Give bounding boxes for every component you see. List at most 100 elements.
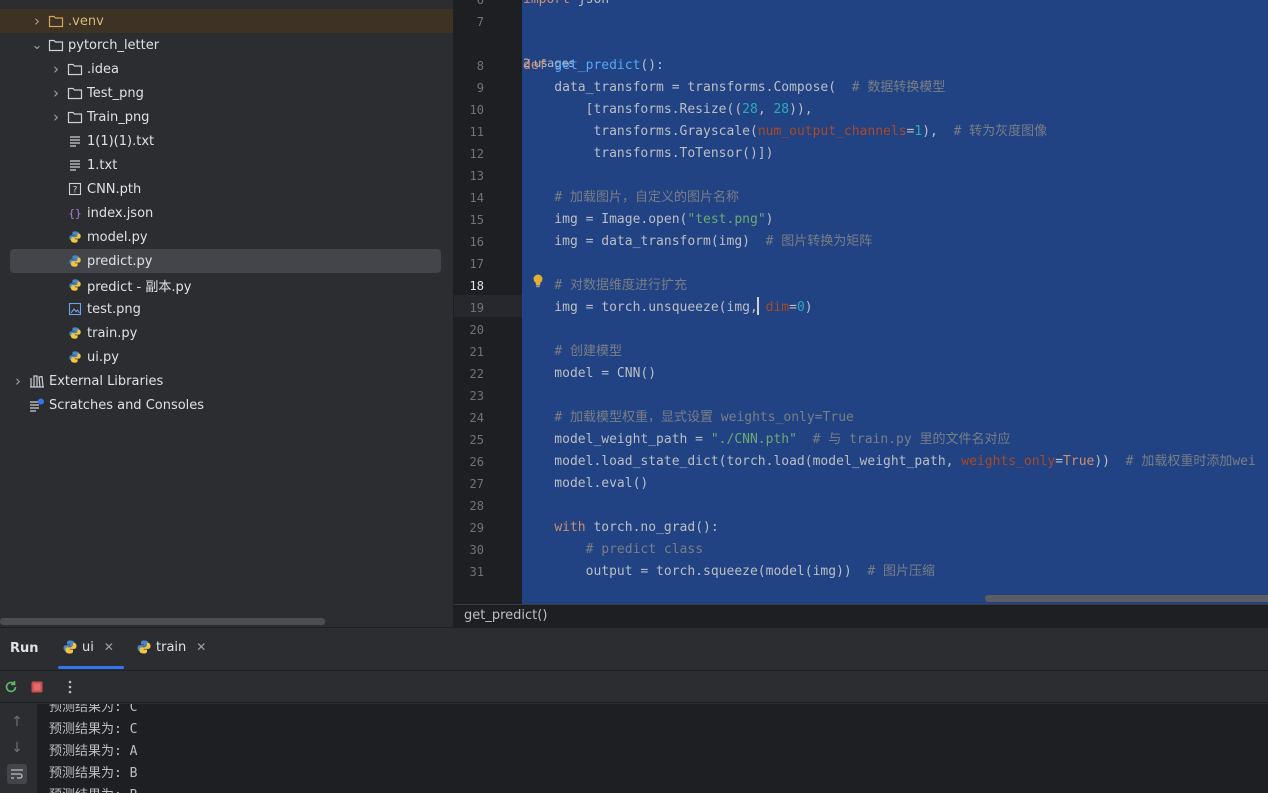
soft-wrap-icon[interactable] <box>7 764 27 784</box>
code-line[interactable]: # predict class <box>523 539 703 561</box>
tree-item-label: CNN.pth <box>87 181 142 197</box>
code-token: json <box>570 0 609 7</box>
line-number: 26 <box>469 455 484 469</box>
code-line[interactable]: # 加载图片，自定义的图片名称 <box>523 187 739 209</box>
run-tab-train[interactable]: train ✕ <box>136 639 206 655</box>
code-line[interactable]: def get_predict(): <box>523 55 664 77</box>
code-line[interactable]: # 对数据维度进行扩充 <box>523 275 687 297</box>
lightbulb-icon[interactable] <box>531 273 545 289</box>
code-line[interactable]: transforms.ToTensor()]) <box>523 143 773 165</box>
chevron-right-icon[interactable]: › <box>30 12 44 30</box>
line-number: 14 <box>469 191 484 205</box>
tree-item[interactable]: {} index.json <box>0 201 454 225</box>
code-line[interactable]: # 创建模型 <box>523 341 622 363</box>
project-tree-horizontal-scrollbar[interactable] <box>0 618 325 625</box>
line-number: 24 <box>469 411 484 425</box>
code-selection-area[interactable]: 2 usages import jsondef get_predict(): d… <box>522 0 1268 604</box>
run-console-output[interactable]: 预测结果为: C 预测结果为: C 预测结果为: A 预测结果为: B 预测结果为: B <box>37 704 1268 793</box>
line-number: 12 <box>469 147 484 161</box>
tree-item[interactable]: test.png <box>0 297 454 321</box>
code-token: True <box>1063 454 1095 469</box>
tree-item-label: Scratches and Consoles <box>49 397 205 413</box>
code-token: )), <box>789 102 813 117</box>
code-token: 28 <box>742 102 758 117</box>
tree-item-label: predict - 副本.py <box>87 279 192 295</box>
tree-item[interactable]: ? CNN.pth <box>0 177 454 201</box>
python-icon <box>137 640 151 654</box>
python-file-icon <box>67 350 83 364</box>
tree-item[interactable]: 1.txt <box>0 153 454 177</box>
code-token: "./CNN.pth" <box>710 432 797 447</box>
code-token: import <box>523 0 570 7</box>
code-token: (): <box>640 58 664 73</box>
line-number: 30 <box>469 543 484 557</box>
tree-item[interactable]: predict.py <box>10 249 441 273</box>
tree-item[interactable]: › .idea <box>0 57 454 81</box>
more-options-icon[interactable] <box>67 679 73 695</box>
rerun-icon[interactable] <box>3 679 19 695</box>
close-icon[interactable]: ✕ <box>104 640 114 654</box>
stop-icon[interactable] <box>30 680 44 694</box>
tree-item-label: ui.py <box>87 349 119 365</box>
chevron-right-icon[interactable]: › <box>11 372 25 390</box>
console-output-line: 预测结果为: A <box>49 744 138 759</box>
tree-item[interactable]: ⌄ pytorch_letter <box>0 33 454 57</box>
code-token: = <box>1055 454 1064 469</box>
code-line[interactable]: # 加载模型权重，显式设置 weights_only=True <box>523 407 854 429</box>
line-number: 17 <box>469 257 484 271</box>
tree-item[interactable]: › Test_png <box>0 81 454 105</box>
scroll-up-icon[interactable]: ↑ <box>7 712 27 732</box>
tree-item[interactable]: model.py <box>0 225 454 249</box>
code-token: output = torch.squeeze(model(img)) <box>523 564 868 579</box>
line-number: 10 <box>469 103 484 117</box>
code-line[interactable]: img = Image.open("test.png") <box>523 209 773 231</box>
tree-item[interactable]: › Train_png <box>0 105 454 129</box>
breadcrumb: get_predict() <box>454 604 1268 627</box>
code-line[interactable]: output = torch.squeeze(model(img)) # 图片压… <box>523 561 935 583</box>
breadcrumb-function[interactable]: get_predict() <box>464 608 547 623</box>
code-line[interactable]: model.eval() <box>523 473 648 495</box>
chevron-right-icon[interactable]: › <box>49 84 63 102</box>
chevron-down-icon[interactable]: ⌄ <box>30 38 44 53</box>
line-number: 18 <box>469 279 484 293</box>
code-line[interactable]: img = data_transform(img) # 图片转换为矩阵 <box>523 231 872 253</box>
tree-item-label: .idea <box>87 61 119 77</box>
tree-item[interactable]: 1(1)(1).txt <box>0 129 454 153</box>
scroll-down-icon[interactable]: ↓ <box>7 738 27 758</box>
code-line[interactable]: import json <box>523 0 609 11</box>
tree-item[interactable]: ui.py <box>0 345 454 369</box>
tree-item-label: .venv <box>68 13 104 29</box>
console-output-line: 预测结果为: C <box>49 704 138 715</box>
tree-item[interactable]: train.py <box>0 321 454 345</box>
editor-horizontal-scrollbar[interactable] <box>985 595 1268 602</box>
run-tab-ui[interactable]: ui ✕ <box>62 639 114 655</box>
tree-item-label: Test_png <box>87 85 144 101</box>
code-line[interactable]: model.load_state_dict(torch.load(model_w… <box>523 451 1256 473</box>
code-line[interactable]: model_weight_path = "./CNN.pth" # 与 trai… <box>523 429 1010 451</box>
tree-item[interactable]: › External Libraries <box>0 369 454 393</box>
code-line[interactable]: data_transform = transforms.Compose( # 数… <box>523 77 945 99</box>
code-token: ), <box>922 124 954 139</box>
tree-item[interactable]: predict - 副本.py <box>0 273 454 297</box>
code-line[interactable]: [transforms.Resize((28, 28)), <box>523 99 813 121</box>
code-token: img = Image.open( <box>523 212 688 227</box>
line-number: 16 <box>469 235 484 249</box>
code-editor[interactable]: 6 7 8 9 10 11 12 13 14 15 16 17 18 19 20 21 22 23 24 25 26 27… <box>454 0 1268 604</box>
code-line[interactable]: with torch.no_grad(): <box>523 517 718 539</box>
code-token: # 加载权重时添加wei <box>1125 454 1256 469</box>
chevron-right-icon[interactable]: › <box>49 60 63 78</box>
code-token: data_transform = transforms.Compose( <box>523 80 852 95</box>
tree-item[interactable]: Scratches and Consoles <box>0 393 454 417</box>
line-number-gutter[interactable]: 6 7 8 9 10 11 12 13 14 15 16 17 18 19 20 21 22 23 24 25 26 27… <box>454 0 522 604</box>
code-line[interactable]: img = torch.unsqueeze(img, dim=0) <box>523 297 812 319</box>
chevron-right-icon[interactable]: › <box>49 108 63 126</box>
tree-item-label: model.py <box>87 229 148 245</box>
tree-item-label: index.json <box>87 205 154 221</box>
code-line[interactable]: transforms.Grayscale(num_output_channels… <box>523 121 1047 143</box>
console-side-toolbar: ↑ ↓ <box>0 704 37 793</box>
close-icon[interactable]: ✕ <box>196 640 206 654</box>
code-line[interactable]: model = CNN() <box>523 363 656 385</box>
code-token: = <box>789 300 797 315</box>
svg-text:{}: {} <box>68 207 81 220</box>
tree-item[interactable]: › .venv <box>0 9 454 33</box>
